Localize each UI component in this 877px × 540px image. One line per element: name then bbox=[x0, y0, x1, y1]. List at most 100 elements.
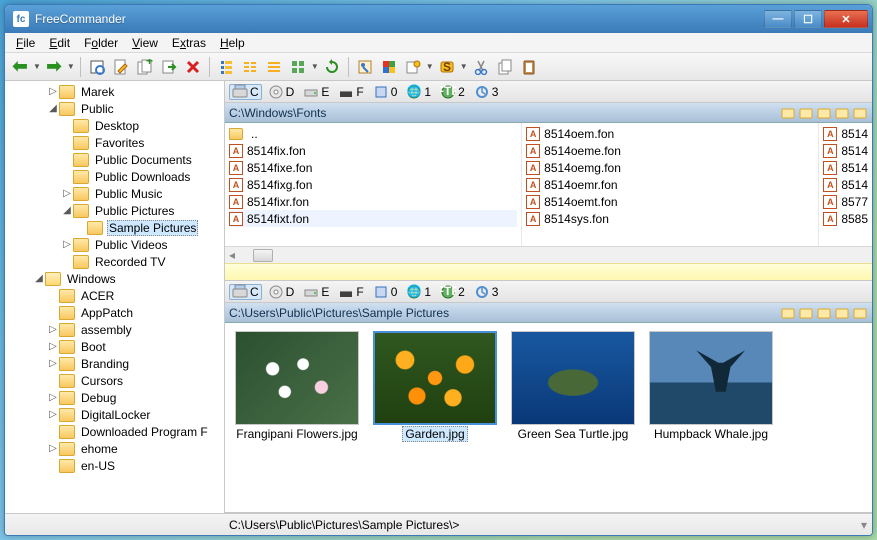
folder-icon[interactable] bbox=[780, 305, 796, 321]
folder-icon[interactable] bbox=[780, 105, 796, 121]
file-row[interactable]: .. bbox=[229, 125, 517, 142]
drive-D[interactable]: D bbox=[265, 84, 298, 100]
file-row[interactable]: A8514oemg.fon bbox=[526, 159, 814, 176]
viewmode-2-icon[interactable] bbox=[239, 56, 261, 78]
drive-2[interactable]: FTP2 bbox=[437, 284, 468, 300]
drive-0[interactable]: 0 bbox=[370, 84, 401, 100]
drive-E[interactable]: E bbox=[300, 84, 332, 100]
paste-icon[interactable] bbox=[518, 56, 540, 78]
favorite-icon[interactable] bbox=[816, 105, 832, 121]
tree-item[interactable]: ▷Debug bbox=[5, 389, 224, 406]
expand-icon[interactable]: ▷ bbox=[61, 188, 73, 199]
drive-C[interactable]: C bbox=[229, 284, 262, 300]
tree-item[interactable]: AppPatch bbox=[5, 304, 224, 321]
menu-edit[interactable]: Edit bbox=[42, 34, 77, 52]
file-row[interactable]: A8514fixt.fon bbox=[229, 210, 517, 227]
drive-E[interactable]: E bbox=[300, 284, 332, 300]
tree-item[interactable]: Public Downloads bbox=[5, 168, 224, 185]
tool-c-icon[interactable] bbox=[402, 56, 424, 78]
expand-icon[interactable]: ▷ bbox=[47, 358, 59, 369]
thumbnail[interactable]: Green Sea Turtle.jpg bbox=[509, 331, 637, 443]
edit-icon[interactable] bbox=[110, 56, 132, 78]
thumbnail[interactable]: Garden.jpg bbox=[371, 331, 499, 443]
copy-icon[interactable] bbox=[852, 105, 868, 121]
tool-a-icon[interactable] bbox=[354, 56, 376, 78]
file-row[interactable]: A8585 bbox=[823, 210, 868, 227]
folder-tree[interactable]: ▷Marek◢PublicDesktopFavoritesPublic Docu… bbox=[5, 81, 225, 513]
drive-0[interactable]: 0 bbox=[370, 284, 401, 300]
menu-file[interactable]: File bbox=[9, 34, 42, 52]
tool-s-icon[interactable]: S bbox=[436, 56, 458, 78]
tree-item[interactable]: ▷Boot bbox=[5, 338, 224, 355]
tree-item[interactable]: ▷Branding bbox=[5, 355, 224, 372]
refresh-icon[interactable] bbox=[321, 56, 343, 78]
expand-icon[interactable]: ▷ bbox=[47, 409, 59, 420]
path-bar-top[interactable]: C:\Windows\Fonts bbox=[225, 103, 872, 123]
file-row[interactable]: A8514fix.fon bbox=[229, 142, 517, 159]
expand-icon[interactable]: ▷ bbox=[47, 341, 59, 352]
tree-item[interactable]: Public Documents bbox=[5, 151, 224, 168]
tree-item[interactable]: ▷Public Videos bbox=[5, 236, 224, 253]
windows-icon[interactable] bbox=[378, 56, 400, 78]
delete-icon[interactable] bbox=[182, 56, 204, 78]
tree-item[interactable]: Downloaded Program F bbox=[5, 423, 224, 440]
file-row[interactable]: A8514oem.fon bbox=[526, 125, 814, 142]
menu-help[interactable]: Help bbox=[213, 34, 252, 52]
cut-icon[interactable] bbox=[470, 56, 492, 78]
tree-item[interactable]: Desktop bbox=[5, 117, 224, 134]
expand-icon[interactable]: ▷ bbox=[47, 443, 59, 454]
history-icon[interactable] bbox=[834, 105, 850, 121]
drive-3[interactable]: 3 bbox=[471, 84, 502, 100]
thumbnail[interactable]: Frangipani Flowers.jpg bbox=[233, 331, 361, 443]
expand-icon[interactable]: ▷ bbox=[47, 392, 59, 403]
file-list-top[interactable]: ..A8514fix.fonA8514fixe.fonA8514fixg.fon… bbox=[225, 123, 872, 246]
tree-item[interactable]: Cursors bbox=[5, 372, 224, 389]
file-row[interactable]: A8514fixr.fon bbox=[229, 193, 517, 210]
tree-item[interactable]: ▷DigitalLocker bbox=[5, 406, 224, 423]
maximize-button[interactable]: ☐ bbox=[794, 10, 822, 28]
viewmode-4-icon[interactable] bbox=[287, 56, 309, 78]
newfolder-icon[interactable] bbox=[798, 105, 814, 121]
path-bar-bottom[interactable]: C:\Users\Public\Pictures\Sample Pictures bbox=[225, 303, 872, 323]
tree-item[interactable]: ACER bbox=[5, 287, 224, 304]
file-row[interactable]: A8514 bbox=[823, 142, 868, 159]
newfolder-icon[interactable] bbox=[798, 305, 814, 321]
drive-D[interactable]: D bbox=[265, 284, 298, 300]
expand-icon[interactable]: ◢ bbox=[33, 273, 45, 284]
titlebar[interactable]: fc FreeCommander — ☐ ✕ bbox=[5, 5, 872, 33]
drive-F[interactable]: F bbox=[335, 84, 366, 100]
tree-item[interactable]: ◢Public Pictures bbox=[5, 202, 224, 219]
hscroll-top[interactable]: ◂ bbox=[225, 246, 872, 263]
drive-1[interactable]: 🌐1 bbox=[403, 284, 434, 300]
tree-item[interactable]: ▷assembly bbox=[5, 321, 224, 338]
expand-icon[interactable]: ▷ bbox=[47, 86, 59, 97]
file-row[interactable]: A8514 bbox=[823, 159, 868, 176]
tree-item[interactable]: ▷Public Music bbox=[5, 185, 224, 202]
thumbnail[interactable]: Humpback Whale.jpg bbox=[647, 331, 775, 443]
file-row[interactable]: A8514sys.fon bbox=[526, 210, 814, 227]
viewmode-1-icon[interactable] bbox=[215, 56, 237, 78]
forward-button[interactable]: ➡ bbox=[43, 56, 65, 78]
drive-C[interactable]: C bbox=[229, 84, 262, 100]
move-icon[interactable] bbox=[158, 56, 180, 78]
viewmode-3-icon[interactable] bbox=[263, 56, 285, 78]
file-row[interactable]: A8514 bbox=[823, 176, 868, 193]
minimize-button[interactable]: — bbox=[764, 10, 792, 28]
expand-icon[interactable]: ▷ bbox=[47, 324, 59, 335]
menu-view[interactable]: View bbox=[125, 34, 165, 52]
expand-icon[interactable]: ◢ bbox=[61, 205, 73, 216]
history-icon[interactable] bbox=[834, 305, 850, 321]
copy2-icon[interactable] bbox=[494, 56, 516, 78]
tree-item[interactable]: Recorded TV bbox=[5, 253, 224, 270]
tree-item[interactable]: Favorites bbox=[5, 134, 224, 151]
tree-item[interactable]: ◢Public bbox=[5, 100, 224, 117]
file-row[interactable]: A8514fixg.fon bbox=[229, 176, 517, 193]
drive-3[interactable]: 3 bbox=[471, 284, 502, 300]
expand-icon[interactable]: ◢ bbox=[47, 103, 59, 114]
copy-icon[interactable]: + bbox=[134, 56, 156, 78]
file-row[interactable]: A8514oemt.fon bbox=[526, 193, 814, 210]
chevron-down-icon[interactable]: ▾ bbox=[856, 518, 872, 532]
view-icon[interactable] bbox=[86, 56, 108, 78]
file-row[interactable]: A8514oemr.fon bbox=[526, 176, 814, 193]
file-row[interactable]: A8514oeme.fon bbox=[526, 142, 814, 159]
